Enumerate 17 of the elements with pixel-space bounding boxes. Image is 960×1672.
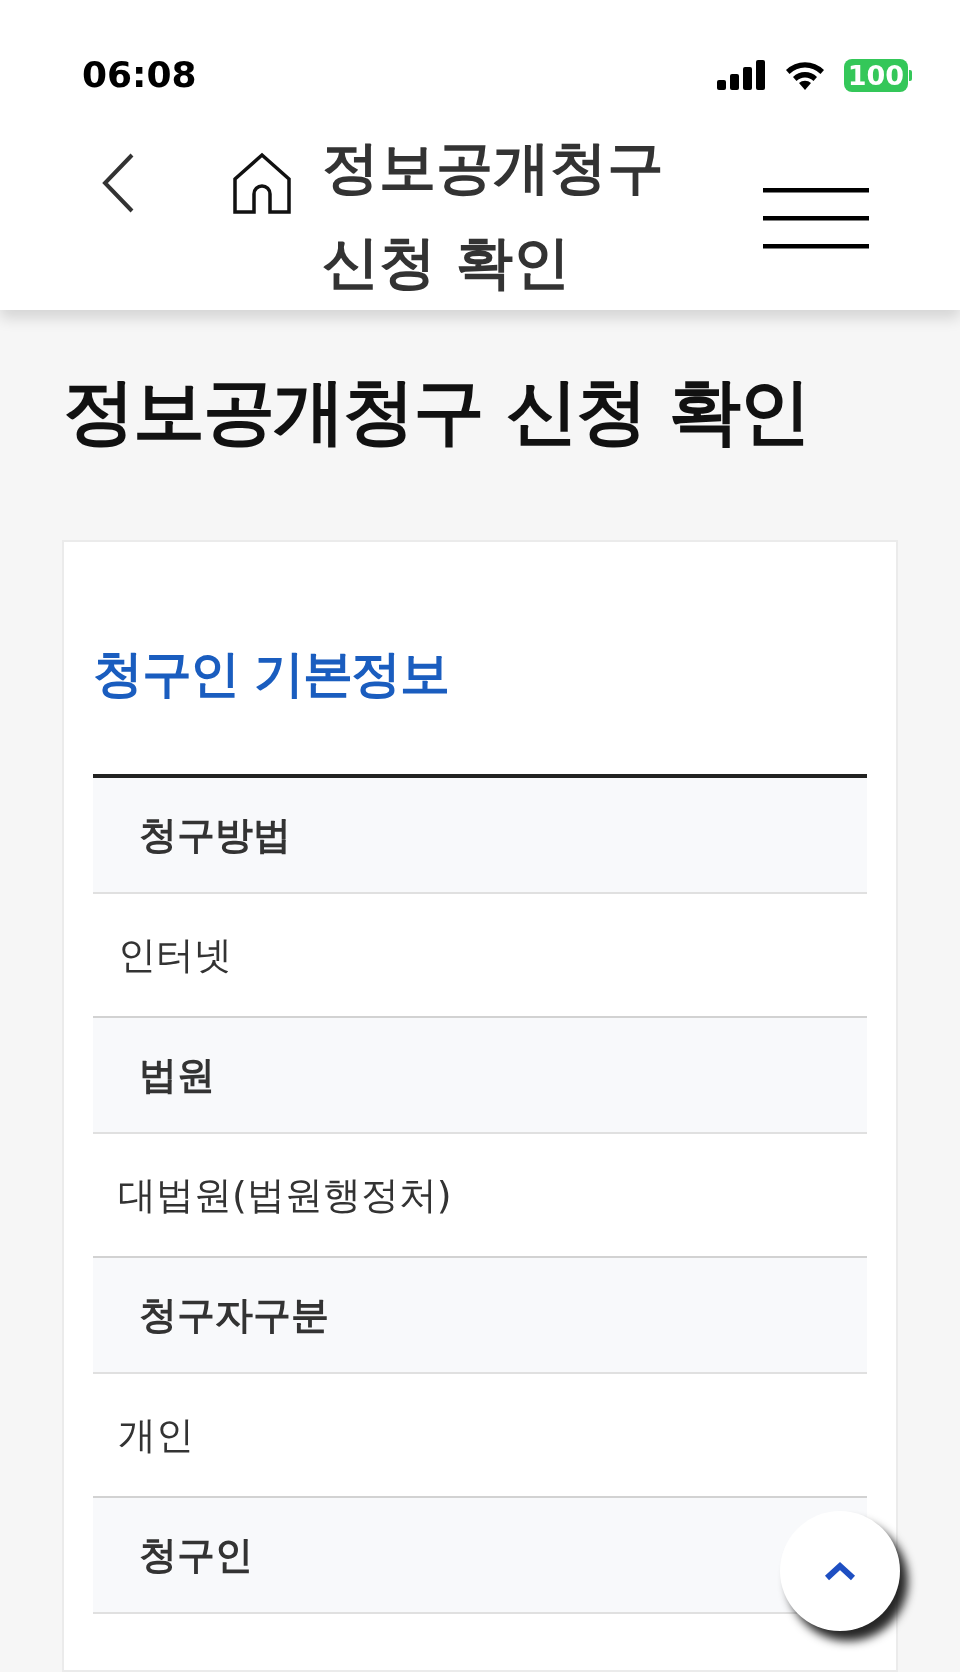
home-icon [232, 152, 292, 214]
home-button[interactable] [230, 150, 294, 216]
battery-indicator: 100 [843, 58, 912, 92]
menu-button[interactable] [762, 186, 870, 250]
signal-icon [716, 60, 766, 90]
chevron-up-icon [824, 1561, 856, 1581]
page-title: 정보공개청구 신청 확인 [63, 368, 810, 454]
wifi-icon [783, 60, 826, 90]
chevron-left-icon [101, 153, 135, 213]
field-label: 청구자구분 [93, 1258, 867, 1374]
status-time: 06:08 [82, 57, 197, 93]
header-title: 정보공개청구 신청 확인 [322, 133, 665, 297]
field-label: 법원 [93, 1018, 867, 1134]
section-title: 청구인 기본정보 [93, 644, 449, 704]
field-label: 청구방법 [93, 778, 867, 894]
menu-icon [763, 187, 869, 249]
field-label: 청구인 [93, 1498, 867, 1614]
